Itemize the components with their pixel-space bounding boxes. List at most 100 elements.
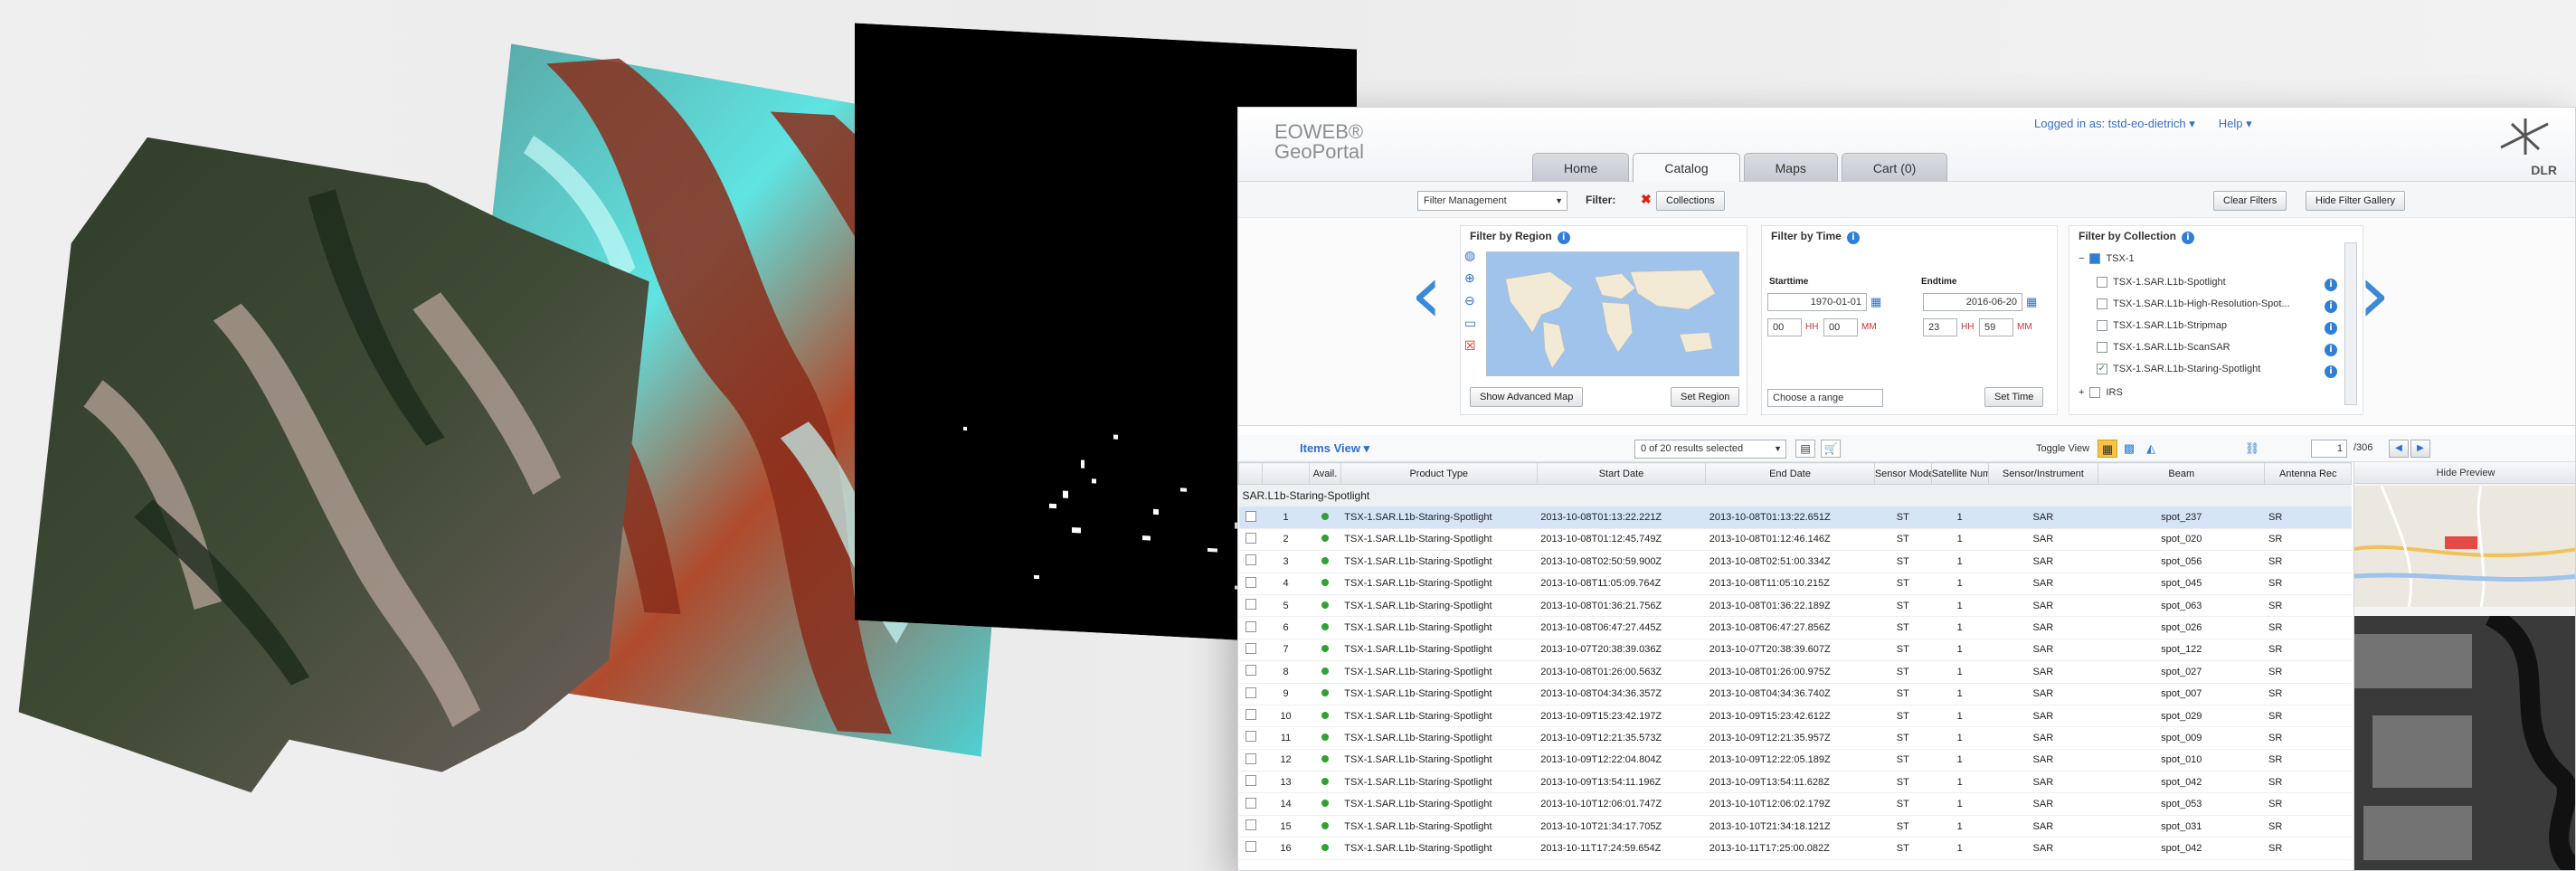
table-row[interactable]: 15 TSX-1.SAR.L1b-Staring-Spotlight 2013-10…	[1238, 815, 2352, 838]
tab-maps[interactable]: Maps	[1743, 153, 1838, 182]
items-view-menu[interactable]: Items View ▾	[1300, 441, 1369, 456]
preview-map[interactable]	[2354, 486, 2576, 607]
end-hour-select[interactable]: 23	[1923, 318, 1957, 336]
table-row[interactable]: 12 TSX-1.SAR.L1b-Staring-Spotlight 2013-10…	[1238, 749, 2352, 772]
map-view-icon[interactable]: ◭	[2141, 440, 2161, 458]
column-header[interactable]: Sensor/Instrument	[1987, 462, 2099, 485]
column-header[interactable]	[1262, 462, 1311, 485]
time-range-select[interactable]: Choose a range	[1767, 389, 1883, 407]
help-menu[interactable]: Help ▾	[2219, 117, 2252, 131]
select-checkbox[interactable]	[1238, 660, 1263, 684]
table-row[interactable]: 5 TSX-1.SAR.L1b-Staring-Spotlight 2013-10-…	[1238, 594, 2352, 618]
start-date-input[interactable]: 1970-01-01	[1767, 293, 1867, 311]
select-checkbox[interactable]	[1238, 573, 1263, 595]
add-to-cart-icon[interactable]: 🛒	[1821, 440, 1841, 458]
start-hour-select[interactable]: 00	[1767, 318, 1802, 336]
select-checkbox[interactable]	[1238, 594, 1263, 618]
column-header[interactable]: Antenna Rec	[2264, 462, 2352, 485]
info-icon[interactable]: i	[2325, 365, 2337, 378]
end-minute-select[interactable]: 59	[1979, 318, 2013, 336]
clear-selection-icon[interactable]: ☒	[1464, 338, 1482, 354]
world-map[interactable]	[1486, 251, 1739, 376]
select-all-icon[interactable]: ▤	[1795, 440, 1815, 458]
start-minute-select[interactable]: 00	[1823, 318, 1858, 336]
table-row[interactable]: 6 TSX-1.SAR.L1b-Staring-Spotlight 2013-10-…	[1238, 616, 2352, 639]
collection-parent[interactable]: − TSX-1	[2079, 253, 2135, 264]
info-icon[interactable]: i	[2325, 344, 2337, 356]
select-checkbox[interactable]	[1238, 550, 1263, 573]
collection-item[interactable]: TSX-1.SAR.L1b-Stripmap	[2097, 320, 2227, 331]
expand-icon[interactable]: +	[2079, 387, 2084, 398]
table-row[interactable]: 4 TSX-1.SAR.L1b-Staring-Spotlight 2013-10-…	[1238, 573, 2352, 595]
info-icon[interactable]: i	[2325, 279, 2337, 291]
select-checkbox[interactable]	[1238, 726, 1263, 750]
calendar-icon[interactable]: ▦	[2026, 295, 2037, 309]
select-checkbox[interactable]	[1238, 749, 1263, 772]
column-header[interactable]: End Date	[1705, 462, 1875, 485]
collection-scrollbar[interactable]	[2344, 242, 2357, 405]
table-row[interactable]: 14 TSX-1.SAR.L1b-Staring-Spotlight 2013-10…	[1238, 792, 2352, 816]
table-row[interactable]: 13 TSX-1.SAR.L1b-Staring-Spotlight 2013-10…	[1238, 771, 2352, 794]
table-row[interactable]: 7 TSX-1.SAR.L1b-Staring-Spotlight 2013-10-…	[1238, 639, 2352, 662]
table-row[interactable]: 11 TSX-1.SAR.L1b-Staring-Spotlight 2013-10…	[1238, 726, 2352, 750]
set-region-button[interactable]: Set Region	[1671, 387, 1740, 407]
gallery-view-icon[interactable]: ▩	[2119, 440, 2139, 458]
hide-filter-gallery-button[interactable]: Hide Filter Gallery	[2306, 191, 2406, 211]
tab-catalog[interactable]: Catalog	[1633, 153, 1740, 183]
info-icon[interactable]: i	[1557, 232, 1570, 244]
select-checkbox[interactable]	[1238, 792, 1263, 816]
link-icon[interactable]: ⛓	[2242, 440, 2262, 458]
select-checkbox[interactable]	[1238, 771, 1263, 794]
end-date-input[interactable]: 2016-06-20	[1923, 293, 2022, 311]
page-number-input[interactable]: 1	[2311, 440, 2347, 458]
remove-filter-icon[interactable]: ✖	[1641, 192, 1652, 207]
calendar-icon[interactable]: ▦	[1870, 295, 1881, 309]
table-row[interactable]: 10 TSX-1.SAR.L1b-Staring-Spotlight 2013-10…	[1238, 705, 2352, 728]
select-checkbox[interactable]	[1238, 837, 1263, 860]
column-header[interactable]: Product Type	[1340, 462, 1538, 485]
prev-page-icon[interactable]: ◀	[2389, 440, 2409, 458]
tab-home[interactable]: Home	[1532, 153, 1630, 182]
select-checkbox[interactable]	[1238, 616, 1263, 639]
table-row[interactable]: 2 TSX-1.SAR.L1b-Staring-Spotlight 2013-10-…	[1238, 528, 2352, 552]
next-page-icon[interactable]: ▶	[2410, 440, 2430, 458]
info-icon[interactable]: i	[2325, 322, 2337, 335]
collection-item-checked[interactable]: ✓ TSX-1.SAR.L1b-Staring-Spotlight	[2097, 364, 2260, 374]
column-header[interactable]: Beam	[2098, 462, 2266, 485]
info-icon[interactable]: i	[2325, 300, 2337, 313]
gallery-prev-icon[interactable]: ‹	[1410, 254, 1443, 336]
select-checkbox[interactable]	[1238, 639, 1263, 662]
collection-item[interactable]: TSX-1.SAR.L1b-Spotlight	[2097, 277, 2226, 288]
table-row[interactable]: 9 TSX-1.SAR.L1b-Staring-Spotlight 2013-10-…	[1238, 683, 2352, 705]
filter-management-select[interactable]: Filter Management	[1417, 191, 1567, 211]
clear-filters-button[interactable]: Clear Filters	[2213, 191, 2287, 211]
draw-rectangle-icon[interactable]: ▭	[1464, 316, 1482, 331]
hide-preview-button[interactable]: Hide Preview	[2354, 462, 2575, 484]
results-selection-select[interactable]: 0 of 20 results selected	[1634, 440, 1786, 459]
column-header[interactable]: Start Date	[1536, 462, 1707, 485]
collections-filter-chip[interactable]: Collections	[1656, 191, 1725, 211]
user-menu[interactable]: Logged in as: tstd-eo-dietrich ▾	[2034, 117, 2195, 131]
collection-item[interactable]: TSX-1.SAR.L1b-ScanSAR	[2097, 342, 2230, 353]
collection-item[interactable]: TSX-1.SAR.L1b-High-Resolution-Spot...	[2097, 298, 2290, 309]
group-row[interactable]: SAR.L1b-Staring-Spotlight	[1238, 484, 2352, 507]
select-checkbox[interactable]	[1238, 705, 1263, 728]
column-header[interactable]: Sensor Mode	[1873, 462, 1932, 485]
select-checkbox[interactable]	[1238, 506, 1263, 529]
globe-icon[interactable]: ◍	[1464, 248, 1482, 263]
select-checkbox[interactable]	[1238, 683, 1263, 705]
column-header[interactable]: Avail.	[1309, 462, 1341, 485]
column-header[interactable]	[1238, 462, 1264, 485]
table-row[interactable]: 8 TSX-1.SAR.L1b-Staring-Spotlight 2013-10-…	[1238, 660, 2352, 684]
table-row[interactable]: 3 TSX-1.SAR.L1b-Staring-Spotlight 2013-10-…	[1238, 550, 2352, 573]
collapse-icon[interactable]: −	[2079, 253, 2084, 264]
table-row[interactable]: 1 TSX-1.SAR.L1b-Staring-Spotlight 2013-10-…	[1238, 506, 2352, 529]
table-row[interactable]: 16 TSX-1.SAR.L1b-Staring-Spotlight 2013-10…	[1238, 837, 2352, 860]
select-checkbox[interactable]	[1238, 815, 1263, 838]
info-icon[interactable]: i	[1846, 232, 1860, 244]
table-view-icon[interactable]: ▦	[2098, 440, 2117, 458]
column-header[interactable]: Satellite Number	[1930, 462, 1989, 485]
show-advanced-map-button[interactable]: Show Advanced Map	[1470, 387, 1584, 407]
zoom-out-icon[interactable]: ⊖	[1464, 293, 1482, 308]
info-icon[interactable]: i	[2182, 232, 2195, 244]
